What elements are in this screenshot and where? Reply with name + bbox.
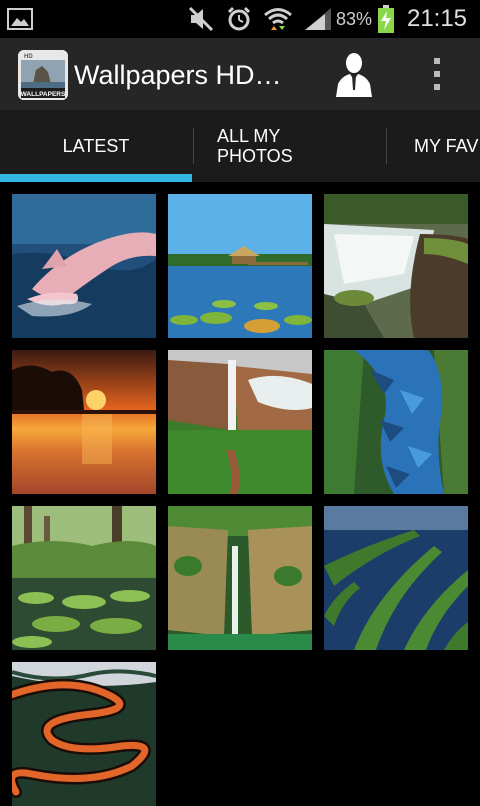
wifi-icon [262, 0, 294, 38]
tab-my-favorites[interactable]: MY FAV [414, 110, 480, 182]
thumbnail-5[interactable] [168, 350, 312, 494]
logo-bottom-text: WALLPAPERS [21, 91, 66, 98]
thumbnail-10[interactable] [12, 662, 156, 806]
thumbnail-2[interactable] [168, 194, 312, 338]
app-logo-icon[interactable]: WALLPAPERS HD [18, 50, 68, 100]
tab-bar: LATEST ALL MY PHOTOS MY FAV [0, 110, 480, 182]
selected-tab-indicator [0, 174, 192, 182]
thumbnail-1[interactable] [12, 194, 156, 338]
battery-charging-icon [376, 0, 396, 38]
tab-all-my-photos-line1: ALL MY [217, 126, 281, 146]
clock: 21:15 [406, 5, 468, 32]
tab-my-favorites-label: MY FAV [414, 136, 479, 156]
action-bar: WALLPAPERS HD Wallpapers HD… [0, 38, 480, 110]
tab-all-my-photos[interactable]: ALL MY PHOTOS [194, 110, 386, 182]
thumbnail-9[interactable] [324, 506, 468, 650]
tab-latest-label: LATEST [62, 136, 130, 156]
user-profile-button[interactable] [328, 46, 380, 102]
thumbnail-6[interactable] [324, 350, 468, 494]
logo-top-text: HD [24, 54, 33, 60]
thumbnail-8[interactable] [168, 506, 312, 650]
tab-latest[interactable]: LATEST [0, 110, 192, 182]
status-bar: 83% 21:15 [0, 0, 480, 38]
alarm-icon [224, 0, 254, 38]
overflow-menu-button[interactable] [422, 46, 452, 102]
thumbnail-3[interactable] [324, 194, 468, 338]
photo-grid [0, 182, 480, 806]
app-title: Wallpapers HD… [74, 60, 282, 90]
overflow-menu-icon [434, 58, 440, 90]
image-notification-icon [6, 0, 34, 38]
signal-icon [302, 0, 334, 38]
thumbnail-7[interactable] [12, 506, 156, 650]
user-profile-icon [336, 53, 372, 97]
mute-icon [186, 0, 216, 38]
thumbnail-4[interactable] [12, 350, 156, 494]
battery-percent: 83% [335, 8, 373, 29]
tab-all-my-photos-line2: PHOTOS [217, 146, 293, 166]
tab-divider [386, 128, 387, 164]
